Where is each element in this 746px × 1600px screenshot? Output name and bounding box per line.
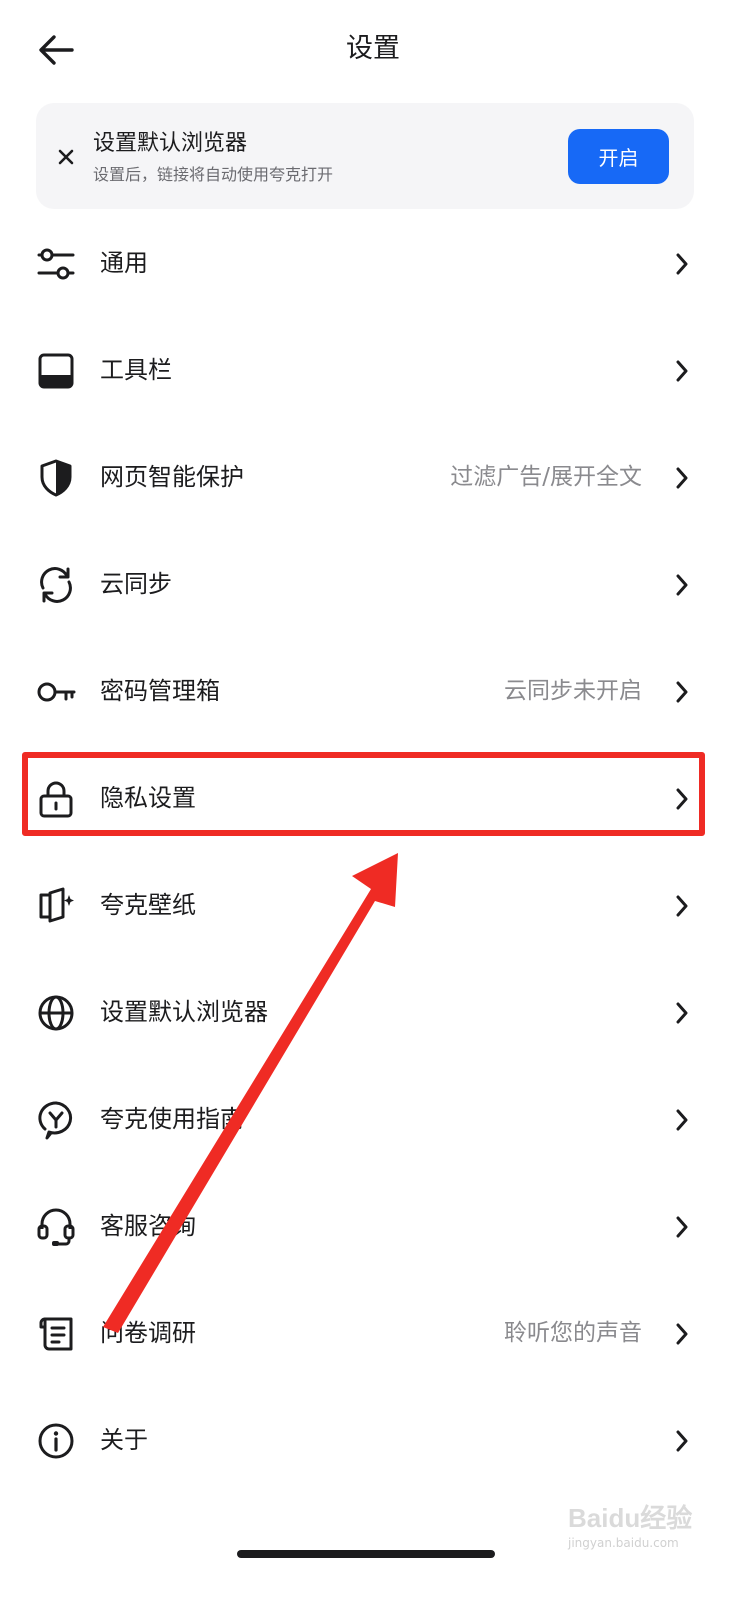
wallpaper-icon [36,886,76,926]
info-icon [36,1421,76,1461]
settings-item-wallpaper[interactable]: 夸克壁纸 [0,852,746,959]
chevron-right-icon [672,999,692,1027]
settings-item-survey[interactable]: 问卷调研 聆听您的声音 [0,1280,746,1387]
settings-item-about[interactable]: 关于 [0,1387,746,1494]
survey-icon [36,1314,76,1354]
sliders-icon [36,244,76,284]
settings-item-web-protection[interactable]: 网页智能保护 过滤广告/展开全文 [0,424,746,531]
sync-icon [36,565,76,605]
chevron-right-icon [672,1213,692,1241]
globe-icon [36,993,76,1033]
header-bar: 设置 [0,0,746,98]
page-title: 设置 [346,33,400,64]
chevron-right-icon [672,892,692,920]
chevron-right-icon [672,1427,692,1455]
settings-item-label: 工具栏 [100,356,172,384]
settings-item-value: 聆听您的声音 [504,1320,642,1346]
settings-item-label: 通用 [100,249,148,277]
settings-item-privacy[interactable]: 隐私设置 [0,745,746,852]
toolbar-icon [36,351,76,391]
chevron-right-icon [672,1106,692,1134]
settings-item-default-browser[interactable]: 设置默认浏览器 [0,959,746,1066]
settings-item-label: 密码管理箱 [100,677,220,705]
guide-icon [36,1100,76,1140]
default-browser-banner: 设置默认浏览器 设置后，链接将自动使用夸克打开 开启 [36,103,694,209]
chevron-right-icon [672,250,692,278]
headset-icon [36,1207,76,1247]
key-icon [36,672,76,712]
watermark-brand: Baidu经验 [568,1503,693,1533]
settings-item-label: 问卷调研 [100,1319,196,1347]
settings-item-customer-service[interactable]: 客服咨询 [0,1173,746,1280]
close-icon [58,149,74,165]
settings-item-label: 网页智能保护 [100,463,244,491]
shield-icon [36,458,76,498]
chevron-right-icon [672,571,692,599]
settings-item-password-manager[interactable]: 密码管理箱 云同步未开启 [0,638,746,745]
watermark: Baidu经验 jingyan.baidu.com [560,1496,710,1556]
settings-item-value: 过滤广告/展开全文 [450,464,642,490]
settings-item-user-guide[interactable]: 夸克使用指南 [0,1066,746,1173]
lock-icon [36,779,76,819]
banner-title: 设置默认浏览器 [93,131,248,156]
settings-item-label: 云同步 [100,570,172,598]
settings-item-general[interactable]: 通用 [0,210,746,317]
chevron-right-icon [672,678,692,706]
banner-subtitle: 设置后，链接将自动使用夸克打开 [93,165,334,184]
settings-item-label: 隐私设置 [100,784,196,812]
settings-item-cloud-sync[interactable]: 云同步 [0,531,746,638]
settings-item-label: 客服咨询 [100,1212,196,1240]
enable-default-browser-button[interactable]: 开启 [568,129,669,184]
banner-close-button[interactable] [48,139,84,175]
settings-item-label: 关于 [100,1426,148,1454]
chevron-right-icon [672,464,692,492]
chevron-right-icon [672,1320,692,1348]
home-indicator[interactable] [237,1550,495,1558]
settings-item-label: 设置默认浏览器 [100,998,268,1026]
watermark-url: jingyan.baidu.com [568,1536,679,1550]
settings-item-label: 夸克壁纸 [100,891,196,919]
settings-item-value: 云同步未开启 [504,678,642,704]
chevron-right-icon [672,785,692,813]
chevron-right-icon [672,357,692,385]
settings-item-toolbar[interactable]: 工具栏 [0,317,746,424]
settings-item-label: 夸克使用指南 [100,1105,244,1133]
